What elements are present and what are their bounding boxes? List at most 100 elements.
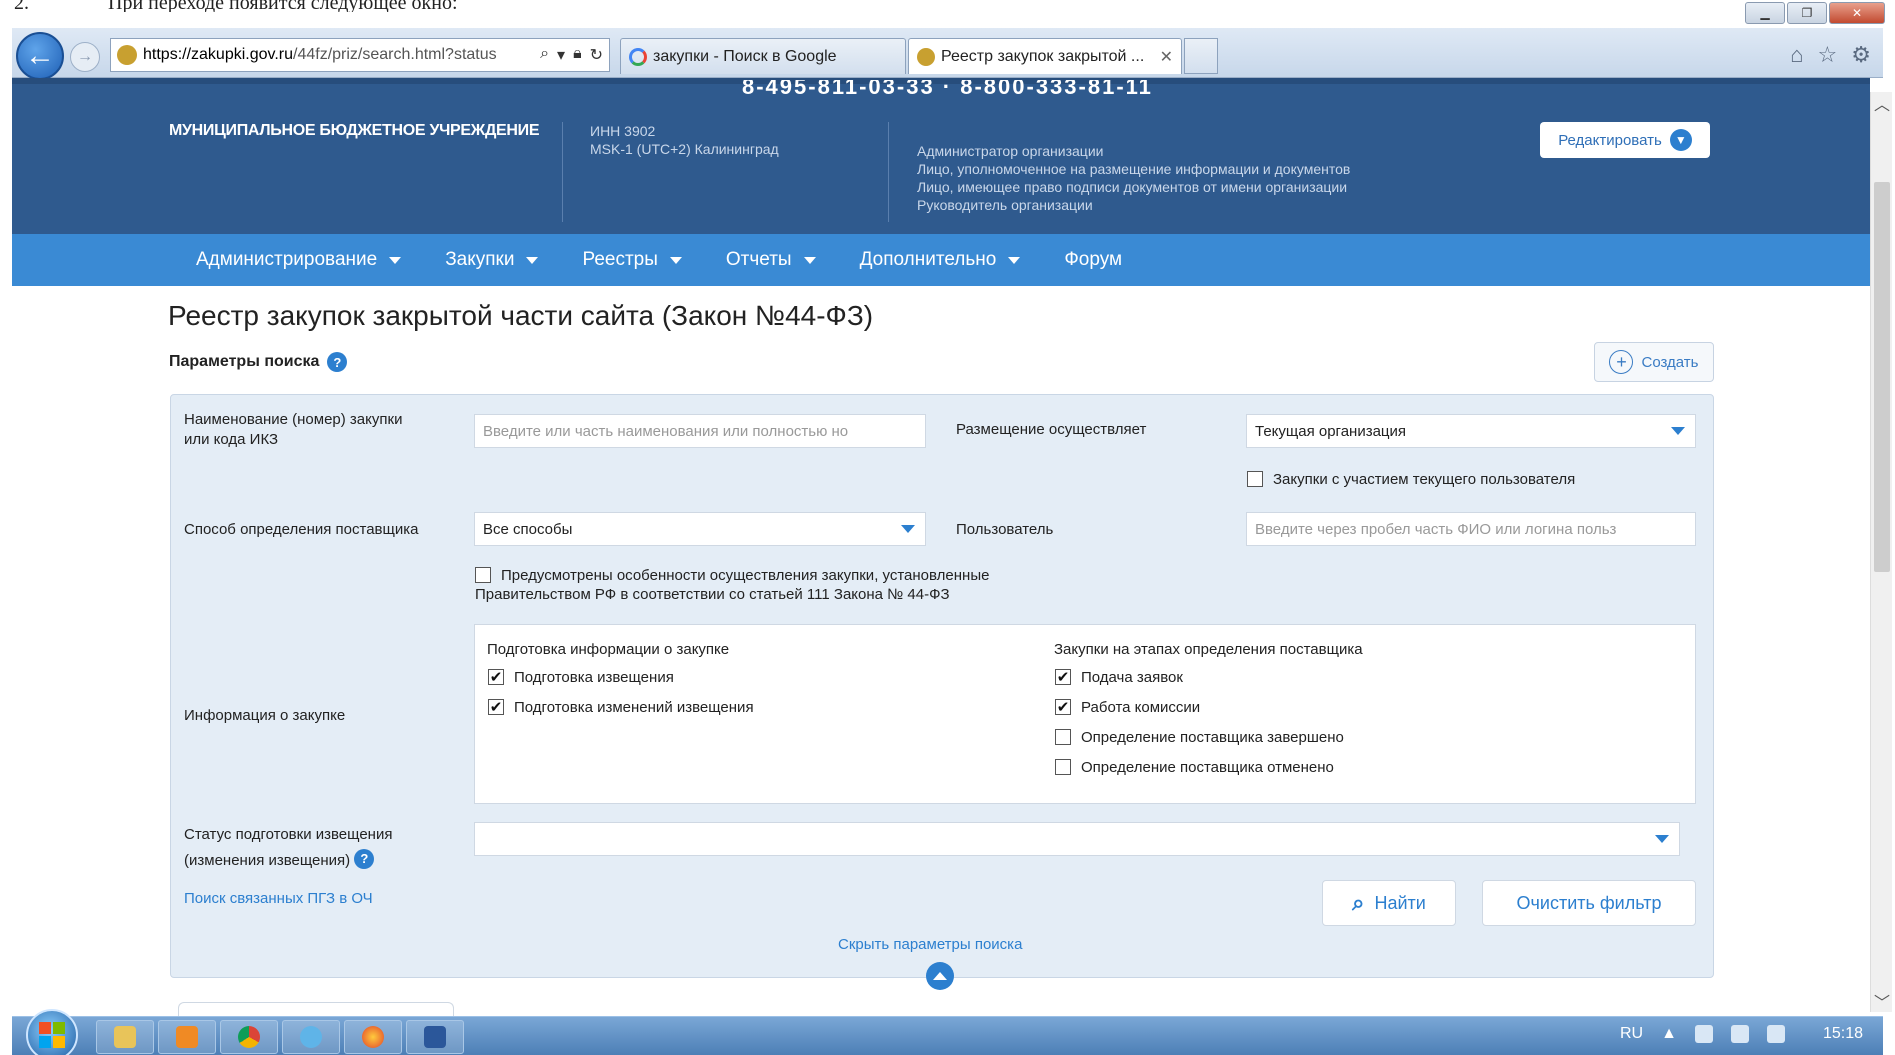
taskbar-firefox[interactable] bbox=[344, 1020, 402, 1054]
chevron-down-icon bbox=[1645, 823, 1679, 855]
clock[interactable]: 15:18 bbox=[1823, 1025, 1863, 1043]
menu-item-purchases[interactable]: Закупки bbox=[445, 249, 539, 271]
scroll-down-icon[interactable]: ﹀ bbox=[1871, 990, 1893, 1012]
browser-toolbar: ← → https://zakupki.gov.ru/44fz/priz/sea… bbox=[12, 28, 1883, 80]
gear-icon[interactable]: ⚙ bbox=[1851, 42, 1871, 68]
tab-google-search[interactable]: закупки - Поиск в Google bbox=[620, 38, 906, 74]
taskbar-word[interactable] bbox=[406, 1020, 464, 1054]
caret-down-icon bbox=[526, 256, 539, 264]
clear-filter-button[interactable]: Очистить фильтр bbox=[1482, 880, 1696, 926]
create-button[interactable]: + Создать bbox=[1594, 342, 1714, 382]
checkbox-label: Определение поставщика отменено bbox=[1081, 759, 1334, 776]
windows-taskbar: RU ▲ 15:18 bbox=[12, 1009, 1883, 1055]
placement-select[interactable]: Текущая организация bbox=[1246, 414, 1696, 448]
menu-item-reports[interactable]: Отчеты bbox=[726, 249, 816, 271]
tab-close-icon[interactable]: ✕ bbox=[1160, 47, 1173, 67]
caret-down-icon bbox=[669, 256, 682, 264]
home-icon[interactable]: ⌂ bbox=[1790, 42, 1803, 68]
checkbox-label: Подача заявок bbox=[1081, 669, 1183, 686]
address-bar[interactable]: https://zakupki.gov.ru/44fz/priz/search.… bbox=[110, 38, 610, 72]
prep-checkbox-changes[interactable]: ✔ Подготовка изменений извещения bbox=[488, 698, 754, 717]
checkbox-box[interactable]: ✔ bbox=[488, 699, 504, 716]
stage-checkbox-cancelled[interactable]: Определение поставщика отменено bbox=[1055, 758, 1334, 777]
purchase-name-input[interactable]: Введите или часть наименования или полно… bbox=[474, 414, 926, 448]
language-indicator[interactable]: RU bbox=[1620, 1025, 1643, 1043]
menu-label: Дополнительно bbox=[859, 249, 997, 270]
tab-registry[interactable]: Реестр закупок закрытой ... ✕ bbox=[908, 38, 1182, 74]
scroll-up-icon[interactable]: ︿ bbox=[1871, 92, 1893, 114]
system-tray: RU ▲ 15:18 bbox=[1620, 1025, 1863, 1043]
checkbox-box[interactable]: ✔ bbox=[488, 669, 504, 686]
checkbox-box[interactable] bbox=[1055, 759, 1071, 775]
taskbar-chrome[interactable] bbox=[220, 1020, 278, 1054]
label-line: или кода ИКЗ bbox=[184, 431, 279, 448]
battery-icon[interactable] bbox=[1730, 1025, 1749, 1043]
method-select[interactable]: Все способы bbox=[474, 512, 926, 546]
status-select[interactable] bbox=[474, 822, 1680, 856]
user-participation-checkbox[interactable]: Закупки с участием текущего пользователя bbox=[1247, 470, 1575, 489]
menu-item-administration[interactable]: Администрирование bbox=[196, 249, 402, 271]
prep-checkbox-notice[interactable]: ✔ Подготовка извещения bbox=[488, 668, 674, 687]
label-line: Предусмотрены особенности осуществления … bbox=[501, 567, 990, 584]
folder-icon bbox=[114, 1026, 136, 1048]
stage-checkbox-commission[interactable]: ✔ Работа комиссии bbox=[1055, 698, 1200, 717]
search-params-heading: Параметры поиска ? bbox=[169, 352, 348, 372]
checkbox-box[interactable] bbox=[475, 567, 491, 583]
hide-params-link[interactable]: Скрыть параметры поиска bbox=[838, 936, 1022, 953]
favorites-star-icon[interactable]: ☆ bbox=[1818, 42, 1838, 68]
dropdown-icon[interactable]: ▾ bbox=[557, 45, 565, 65]
method-label: Способ определения поставщика bbox=[184, 521, 419, 538]
maximize-button[interactable]: ❐ bbox=[1787, 2, 1827, 24]
taskbar-explorer[interactable] bbox=[96, 1020, 154, 1054]
help-icon[interactable]: ? bbox=[354, 849, 375, 869]
checkbox-label: Подготовка извещения bbox=[514, 669, 674, 686]
network-icon[interactable] bbox=[1694, 1025, 1713, 1043]
forward-button[interactable]: → bbox=[70, 42, 100, 72]
checkbox-box[interactable] bbox=[1055, 729, 1071, 745]
firefox-icon bbox=[362, 1026, 384, 1048]
taskbar-media-player[interactable] bbox=[158, 1020, 216, 1054]
checkbox-box[interactable]: ✔ bbox=[1055, 669, 1071, 686]
search-icon[interactable]: ⌕ bbox=[540, 45, 549, 65]
refresh-icon[interactable]: ↻ bbox=[590, 45, 603, 65]
back-button[interactable]: ← bbox=[16, 32, 64, 80]
edit-profile-button[interactable]: Редактировать ▼ bbox=[1540, 122, 1710, 158]
stage-checkbox-applications[interactable]: ✔ Подача заявок bbox=[1055, 668, 1183, 687]
close-window-button[interactable]: ✕ bbox=[1829, 2, 1885, 24]
collapse-up-icon[interactable] bbox=[926, 962, 954, 990]
related-search-link[interactable]: Поиск связанных ПГЗ в ОЧ bbox=[184, 890, 373, 907]
caret-down-icon bbox=[1008, 256, 1021, 264]
label-text: (изменения извещения) bbox=[184, 852, 351, 869]
volume-icon[interactable] bbox=[1766, 1025, 1785, 1043]
label-line: Наименование (номер) закупки bbox=[184, 411, 403, 428]
stage-checkbox-completed[interactable]: Определение поставщика завершено bbox=[1055, 728, 1344, 747]
new-tab-button[interactable] bbox=[1184, 38, 1218, 74]
help-icon[interactable]: ? bbox=[327, 352, 348, 372]
document-text-strip: 2. При переходе появится следующее окно: bbox=[0, 0, 1895, 12]
minimize-button[interactable]: ▁ bbox=[1745, 2, 1785, 24]
checkbox-box[interactable] bbox=[1247, 471, 1263, 487]
organization-name: МУНИЦИПАЛЬНОЕ БЮДЖЕТНОЕ УЧРЕЖДЕНИЕ bbox=[169, 122, 540, 139]
placement-value: Текущая организация bbox=[1255, 422, 1407, 440]
prep-header: Подготовка информации о закупке bbox=[487, 641, 730, 658]
lock-icon[interactable]: 🔒︎ bbox=[573, 45, 582, 65]
page-scrollbar[interactable]: ︿ ﹀ bbox=[1870, 92, 1892, 1012]
user-input[interactable]: Введите через пробел часть ФИО или логин… bbox=[1246, 512, 1696, 546]
caret-down-icon bbox=[389, 256, 402, 264]
page-title: Реестр закупок закрытой части сайта (Зак… bbox=[168, 300, 874, 331]
timezone-line: MSK-1 (UTC+2) Калининград bbox=[590, 141, 779, 157]
find-button[interactable]: ⌕ Найти bbox=[1322, 880, 1456, 926]
role-item: Руководитель организации bbox=[917, 197, 1093, 213]
tray-expand-icon[interactable]: ▲ bbox=[1661, 1025, 1677, 1043]
tab-label: Реестр закупок закрытой ... bbox=[941, 47, 1145, 65]
menu-item-registries[interactable]: Реестры bbox=[582, 249, 682, 271]
start-button[interactable] bbox=[26, 1009, 78, 1055]
menu-item-additional[interactable]: Дополнительно bbox=[860, 249, 1021, 271]
plus-icon: + bbox=[1609, 350, 1634, 374]
purchase-info-label: Информация о закупке bbox=[184, 707, 346, 724]
menu-item-forum[interactable]: Форум bbox=[1064, 249, 1122, 271]
taskbar-internet-explorer[interactable] bbox=[282, 1020, 340, 1054]
special-conditions-checkbox[interactable]: Предусмотрены особенности осуществления … bbox=[475, 566, 989, 604]
checkbox-box[interactable]: ✔ bbox=[1055, 699, 1071, 716]
scrollbar-thumb[interactable] bbox=[1874, 182, 1890, 572]
